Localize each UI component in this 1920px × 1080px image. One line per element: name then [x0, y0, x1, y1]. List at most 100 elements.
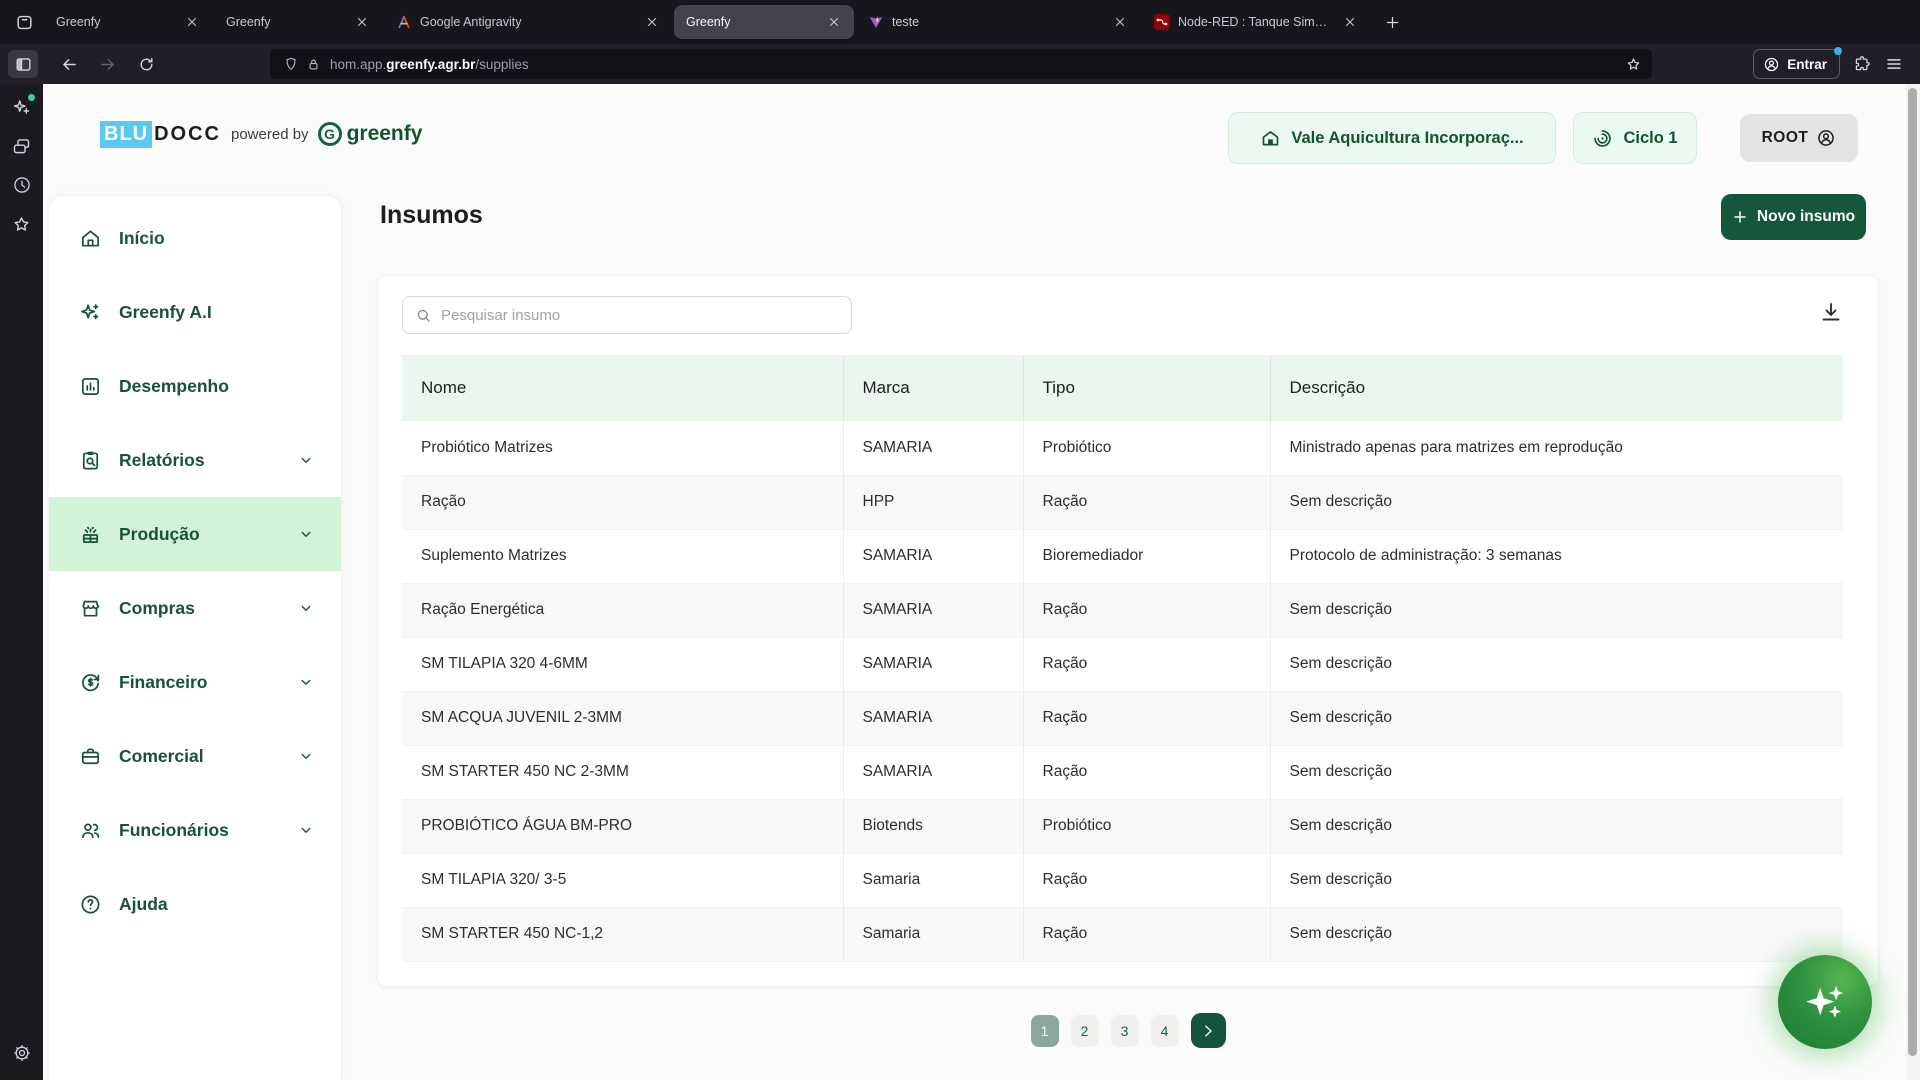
sidebar-item-financeiro[interactable]: Financeiro	[49, 645, 341, 719]
antigravity-favicon-icon	[396, 14, 412, 30]
page-button-1[interactable]: 1	[1031, 1015, 1059, 1047]
tab-close-icon[interactable]	[1110, 14, 1130, 30]
greenfy-g-icon: G	[318, 122, 342, 146]
sidebar-item-greenfy-a-i[interactable]: Greenfy A.I	[49, 275, 341, 349]
sidebar-item-relatorios[interactable]: Relatórios	[49, 423, 341, 497]
column-header: Descrição	[1270, 355, 1843, 421]
farm-icon	[1260, 128, 1281, 149]
browser-tab[interactable]: Greenfy	[674, 5, 854, 39]
briefcase-icon	[78, 744, 103, 769]
column-header: Marca	[843, 355, 1023, 421]
shield-icon[interactable]	[280, 56, 302, 72]
table-row[interactable]: SM STARTER 450 NC 2-3MMSAMARIARaçãoSem d…	[402, 745, 1843, 799]
organization-selector[interactable]: Vale Aquicultura Incorporaç...	[1228, 112, 1556, 164]
page-title: Insumos	[380, 201, 483, 230]
table-row[interactable]: Ração EnergéticaSAMARIARaçãoSem descriçã…	[402, 583, 1843, 637]
sidebar-item-compras[interactable]: Compras	[49, 571, 341, 645]
cycle-selector[interactable]: Ciclo 1	[1573, 112, 1697, 164]
ai-assistant-fab[interactable]	[1778, 955, 1872, 1049]
history-clock-icon[interactable]	[9, 172, 35, 198]
sidebar-item-producao[interactable]: Produção	[49, 497, 341, 571]
user-menu-button[interactable]: ROOT	[1740, 114, 1858, 162]
sidebar-item-label: Compras	[119, 598, 195, 619]
browser-tab[interactable]: Greenfy	[214, 5, 382, 39]
table-row[interactable]: PROBIÓTICO ÁGUA BM-PROBiotendsProbiótico…	[402, 799, 1843, 853]
settings-gear-icon[interactable]	[9, 1040, 35, 1066]
bookmark-star-icon[interactable]	[1625, 56, 1642, 73]
sidebar-item-funcionarios[interactable]: Funcionários	[49, 793, 341, 867]
page-button-3[interactable]: 3	[1111, 1015, 1139, 1047]
table-cell: HPP	[843, 475, 1023, 529]
forward-button[interactable]	[92, 50, 122, 78]
table-row[interactable]: Probiótico MatrizesSAMARIAProbióticoMini…	[402, 421, 1843, 475]
tab-close-icon[interactable]	[352, 14, 372, 30]
table-cell: Ração Energética	[402, 583, 843, 637]
table-cell: Probiótico	[1023, 799, 1270, 853]
new-tab-button[interactable]	[1377, 7, 1407, 37]
scrollbar-thumb[interactable]	[1908, 88, 1917, 1056]
sidebar-item-ajuda[interactable]: Ajuda	[49, 867, 341, 941]
table-cell: SAMARIA	[843, 529, 1023, 583]
page-button-4[interactable]: 4	[1151, 1015, 1179, 1047]
back-button[interactable]	[54, 50, 84, 78]
table-cell: Sem descrição	[1270, 583, 1843, 637]
table-cell: Sem descrição	[1270, 907, 1843, 961]
new-supply-button[interactable]: Novo insumo	[1721, 194, 1866, 240]
lock-icon[interactable]	[302, 57, 324, 72]
table-cell: SAMARIA	[843, 691, 1023, 745]
logo-docc: DOCC	[154, 123, 221, 146]
sidebar-item-comercial[interactable]: Comercial	[49, 719, 341, 793]
sparkles-icon	[1802, 979, 1848, 1025]
bookmarks-star-icon[interactable]	[9, 211, 35, 237]
ai-chat-icon[interactable]	[9, 94, 35, 120]
sidebar-toggle-icon[interactable]	[8, 50, 38, 78]
tab-close-icon[interactable]	[1340, 14, 1360, 30]
table-row[interactable]: SM ACQUA JUVENIL 2-3MMSAMARIARaçãoSem de…	[402, 691, 1843, 745]
tab-title: Greenfy	[56, 15, 172, 29]
sidebar-item-label: Greenfy A.I	[119, 302, 212, 323]
pagination: 1234	[378, 1013, 1878, 1048]
tab-close-icon[interactable]	[642, 14, 662, 30]
reload-button[interactable]	[131, 50, 161, 78]
browser-tab-bar: GreenfyGreenfyGoogle AntigravityGreenfyt…	[0, 0, 1920, 44]
browser-tab[interactable]: Node-RED : Tanque Simulação	[1142, 5, 1370, 39]
table-cell: Ração	[1023, 745, 1270, 799]
table-row[interactable]: Suplemento MatrizesSAMARIABioremediadorP…	[402, 529, 1843, 583]
search-input[interactable]	[441, 307, 839, 324]
browser-sidebar	[0, 84, 43, 1080]
browser-tab[interactable]: Google Antigravity	[384, 5, 672, 39]
tab-close-icon[interactable]	[182, 14, 202, 30]
table-cell: Sem descrição	[1270, 475, 1843, 529]
hamburger-menu-icon[interactable]	[1880, 50, 1908, 78]
chevron-down-icon	[297, 599, 315, 617]
synced-tabs-icon[interactable]	[9, 133, 35, 159]
page-button-2[interactable]: 2	[1071, 1015, 1099, 1047]
url-bar[interactable]: hom.app.greenfy.agr.br/supplies	[270, 49, 1652, 79]
tab-close-icon[interactable]	[824, 14, 844, 30]
nodered-favicon-icon	[1154, 14, 1170, 30]
url-prefix: hom.app.	[330, 57, 386, 72]
browser-tab[interactable]: Greenfy	[44, 5, 212, 39]
table-row[interactable]: SM TILAPIA 320 4-6MMSAMARIARaçãoSem desc…	[402, 637, 1843, 691]
extensions-icon[interactable]	[1848, 50, 1876, 78]
table-cell: Ração	[402, 475, 843, 529]
new-supply-label: Novo insumo	[1757, 208, 1855, 226]
search-box	[402, 296, 852, 334]
download-icon[interactable]	[1817, 298, 1845, 326]
table-row[interactable]: SM STARTER 450 NC-1,2SamariaRaçãoSem des…	[402, 907, 1843, 961]
table-row[interactable]: RaçãoHPPRaçãoSem descrição	[402, 475, 1843, 529]
tab-title: Node-RED : Tanque Simulação	[1178, 15, 1330, 29]
firefox-view-icon[interactable]	[9, 7, 39, 37]
url-path: /supplies	[475, 57, 528, 72]
page-scrollbar[interactable]	[1906, 84, 1920, 1080]
sidebar-item-desempenho[interactable]: Desempenho	[49, 349, 341, 423]
table-row[interactable]: SM TILAPIA 320/ 3-5SamariaRaçãoSem descr…	[402, 853, 1843, 907]
signin-button[interactable]: Entrar	[1753, 49, 1840, 79]
sidebar-item-inicio[interactable]: Início	[49, 201, 341, 275]
column-header: Nome	[402, 355, 843, 421]
supplies-card: NomeMarcaTipoDescrição Probiótico Matriz…	[378, 276, 1878, 986]
browser-tab[interactable]: teste	[856, 5, 1140, 39]
next-page-button[interactable]	[1191, 1013, 1226, 1048]
url-domain: greenfy.agr.br	[386, 57, 475, 72]
app-viewport: BLUDOCC powered by G greenfy Vale Aquicu…	[43, 84, 1920, 1080]
